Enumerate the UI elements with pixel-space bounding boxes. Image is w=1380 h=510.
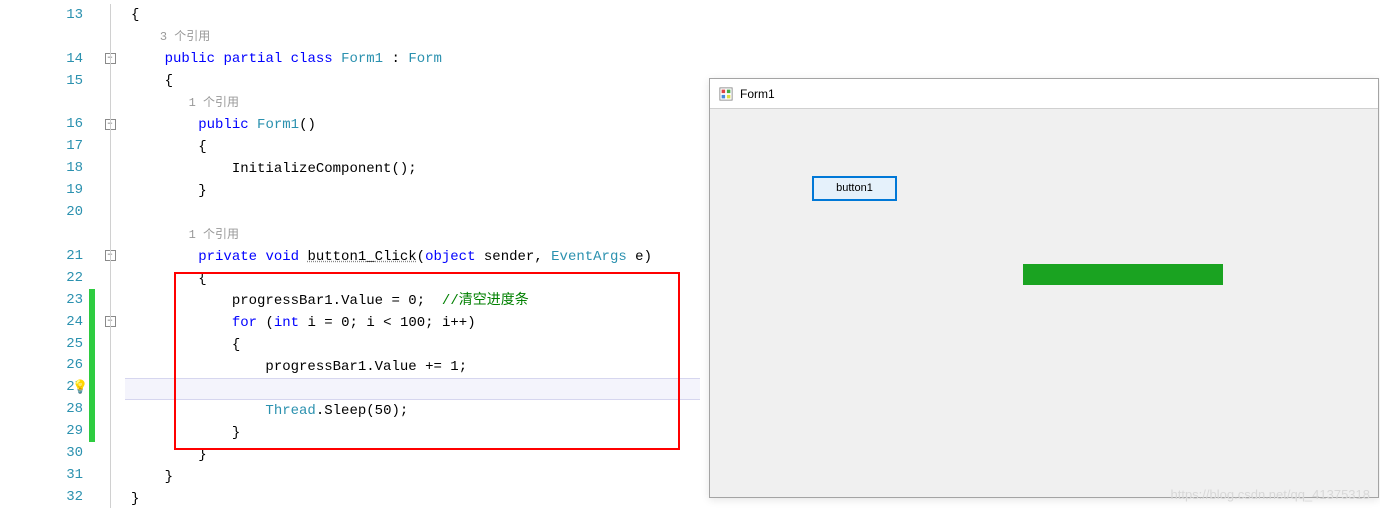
code-editor: 13 14 15 16 17 18 19 20 21 22 23 24 25 2… xyxy=(0,0,700,508)
line-number: 25 xyxy=(47,336,83,352)
line-number: 29 xyxy=(47,423,83,439)
code-line[interactable]: } xyxy=(125,466,700,488)
code-line[interactable]: { xyxy=(125,334,700,356)
code-line[interactable]: } xyxy=(125,444,700,466)
outline-column: − − − − xyxy=(95,0,125,508)
line-gutter: 13 14 15 16 17 18 19 20 21 22 23 24 25 2… xyxy=(0,0,95,508)
codelens[interactable]: 1 个引用 xyxy=(125,92,700,114)
code-line[interactable]: { xyxy=(125,70,700,92)
watermark: https://blog.csdn.net/qq_41375318 xyxy=(1171,487,1371,502)
button1[interactable]: button1 xyxy=(812,176,897,201)
line-number: 32 xyxy=(47,489,83,505)
line-number: 20 xyxy=(47,204,83,220)
code-line[interactable]: progressBar1.Value = 0; //清空进度条 xyxy=(125,290,700,312)
code-line[interactable]: for (int i = 0; i < 100; i++) xyxy=(125,312,700,334)
line-number: 30 xyxy=(47,445,83,461)
line-number: 28 xyxy=(47,401,83,417)
code-line[interactable]: { xyxy=(125,4,700,26)
line-number: 21 xyxy=(47,248,83,264)
lightbulb-icon[interactable]: 💡 xyxy=(72,380,88,395)
code-line[interactable]: } xyxy=(125,488,700,510)
code-line-current[interactable] xyxy=(125,378,700,400)
code-surface[interactable]: { 3 个引用 public partial class Form1 : For… xyxy=(125,0,700,508)
line-number: 19 xyxy=(47,182,83,198)
code-line[interactable]: } xyxy=(125,180,700,202)
line-number: 16 xyxy=(47,116,83,132)
code-line[interactable]: public partial class Form1 : Form xyxy=(125,48,700,70)
line-number: 31 xyxy=(47,467,83,483)
code-line[interactable]: Thread.Sleep(50); xyxy=(125,400,700,422)
code-line[interactable]: { xyxy=(125,268,700,290)
progress-bar xyxy=(1023,264,1223,285)
titlebar[interactable]: Form1 xyxy=(710,79,1378,109)
window-title: Form1 xyxy=(740,87,775,101)
code-line[interactable]: { xyxy=(125,136,700,158)
line-number: 14 xyxy=(47,51,83,67)
form-window: Form1 button1 xyxy=(709,78,1379,498)
line-number: 15 xyxy=(47,73,83,89)
codelens[interactable]: 1 个引用 xyxy=(125,224,700,246)
line-number: 18 xyxy=(47,160,83,176)
line-number: 26 xyxy=(47,357,83,373)
code-line[interactable]: } xyxy=(125,422,700,444)
line-number: 22 xyxy=(47,270,83,286)
line-number: 13 xyxy=(47,7,83,23)
codelens[interactable]: 3 个引用 xyxy=(125,26,700,48)
code-line[interactable]: progressBar1.Value += 1; xyxy=(125,356,700,378)
line-number: 23 xyxy=(47,292,83,308)
code-line[interactable]: private void button1_Click(object sender… xyxy=(125,246,700,268)
code-line[interactable] xyxy=(125,202,700,224)
app-icon xyxy=(718,86,734,102)
line-number: 24 xyxy=(47,314,83,330)
line-number: 17 xyxy=(47,138,83,154)
form-client-area: button1 xyxy=(710,109,1378,497)
code-line[interactable]: public Form1() xyxy=(125,114,700,136)
code-line[interactable]: InitializeComponent(); xyxy=(125,158,700,180)
